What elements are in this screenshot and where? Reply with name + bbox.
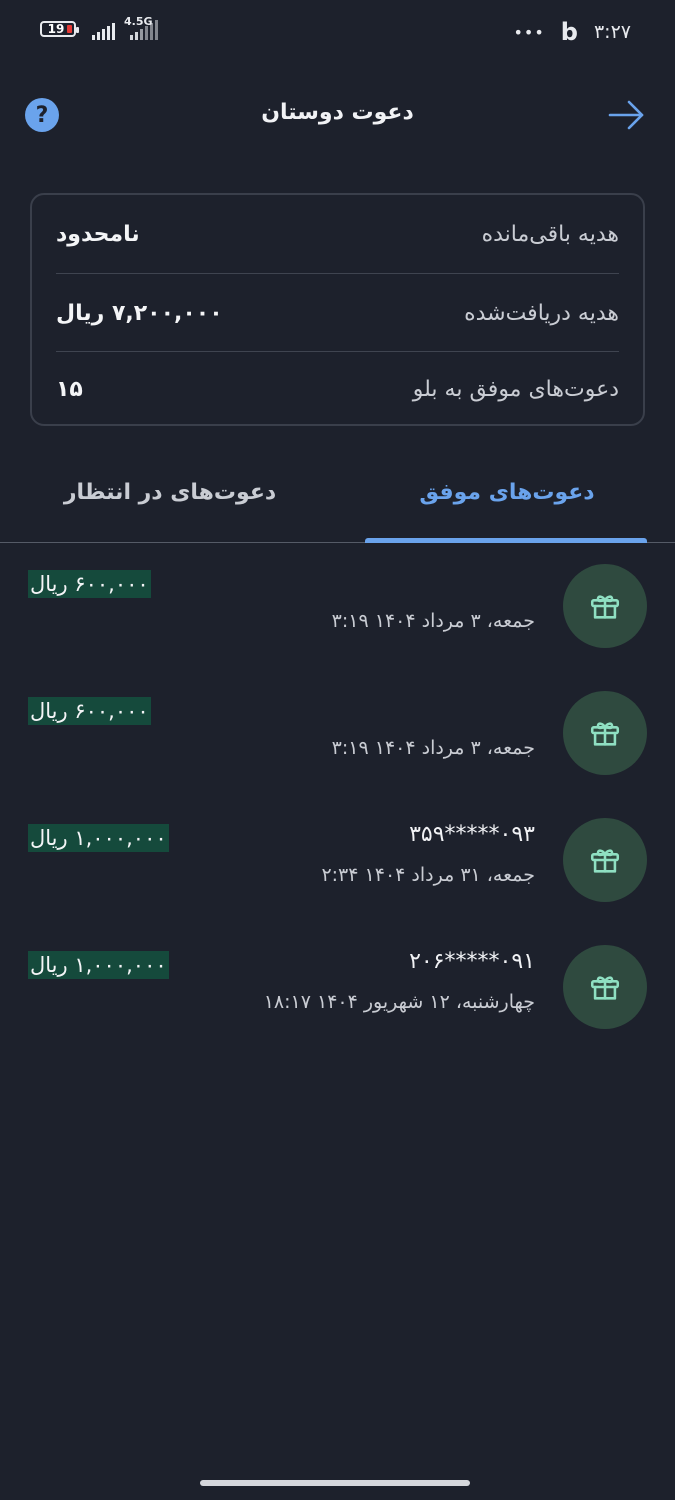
more-dots-icon: ••• <box>513 22 545 42</box>
invite-date: جمعه، ۳ مرداد ۱۴۰۴ ۳:۱۹ <box>331 737 535 759</box>
invite-date: جمعه، ۳ مرداد ۱۴۰۴ ۳:۱۹ <box>331 610 535 632</box>
list-item[interactable]: جمعه، ۳ مرداد ۱۴۰۴ ۳:۱۹ ۶۰۰,۰۰۰ ریال <box>0 560 675 687</box>
gift-icon <box>563 564 647 648</box>
invite-amount: ۶۰۰,۰۰۰ ریال <box>28 697 151 725</box>
clock: ۳:۲۷ <box>593 21 631 43</box>
invite-amount: ۶۰۰,۰۰۰ ریال <box>28 570 151 598</box>
summary-label: دعوت‌های موفق به بلو <box>412 376 619 402</box>
summary-row-remaining: هدیه باقی‌مانده نامحدود <box>56 195 619 273</box>
summary-row-received: هدیه دریافت‌شده ۷,۲۰۰,۰۰۰ ریال <box>56 273 619 352</box>
summary-label: هدیه باقی‌مانده <box>481 221 619 247</box>
page-title: دعوت دوستان <box>261 100 414 125</box>
invite-list: جمعه، ۳ مرداد ۱۴۰۴ ۳:۱۹ ۶۰۰,۰۰۰ ریال جمع… <box>0 560 675 1068</box>
status-bar: 19 4.5G ••• b ۳:۲۷ <box>0 0 675 60</box>
invite-date: جمعه، ۳۱ مرداد ۱۴۰۴ ۲:۳۴ <box>321 864 535 886</box>
invite-amount: ۱,۰۰۰,۰۰۰ ریال <box>28 951 169 979</box>
invite-phone: ۰۹۳*****۳۵۹ <box>409 822 535 847</box>
invite-date: چهارشنبه، ۱۲ شهریور ۱۴۰۴ ۱۸:۱۷ <box>263 991 535 1013</box>
gift-icon <box>563 945 647 1029</box>
list-item[interactable]: ۰۹۳*****۳۵۹ جمعه، ۳۱ مرداد ۱۴۰۴ ۲:۳۴ ۱,۰… <box>0 814 675 941</box>
header: ? دعوت دوستان <box>0 88 675 144</box>
summary-value: ۱۵ <box>56 376 83 402</box>
battery-level: 19 <box>47 22 65 36</box>
summary-row-successful: دعوت‌های موفق به بلو ۱۵ <box>56 351 619 426</box>
battery-icon: 19 <box>40 21 79 37</box>
signal-icon <box>92 20 115 40</box>
tab-pending-invites[interactable]: دعوت‌های در انتظار <box>40 480 300 540</box>
list-item[interactable]: ۰۹۱*****۲۰۶ چهارشنبه، ۱۲ شهریور ۱۴۰۴ ۱۸:… <box>0 941 675 1068</box>
signal-icon-2 <box>130 20 158 40</box>
home-indicator[interactable] <box>200 1480 470 1486</box>
summary-value: ۷,۲۰۰,۰۰۰ ریال <box>56 300 223 326</box>
app-logo: b <box>560 18 578 46</box>
gift-icon <box>563 691 647 775</box>
invite-phone: ۰۹۱*****۲۰۶ <box>409 949 535 974</box>
tab-bar: دعوت‌های موفق دعوت‌های در انتظار <box>0 470 675 543</box>
tab-successful-invites[interactable]: دعوت‌های موفق <box>367 480 647 540</box>
summary-value: نامحدود <box>56 221 140 247</box>
summary-card: هدیه باقی‌مانده نامحدود هدیه دریافت‌شده … <box>30 193 645 426</box>
gift-icon <box>563 818 647 902</box>
active-tab-indicator <box>365 538 647 543</box>
invite-amount: ۱,۰۰۰,۰۰۰ ریال <box>28 824 169 852</box>
arrow-right-icon[interactable] <box>607 98 647 132</box>
list-item[interactable]: جمعه، ۳ مرداد ۱۴۰۴ ۳:۱۹ ۶۰۰,۰۰۰ ریال <box>0 687 675 814</box>
summary-label: هدیه دریافت‌شده <box>464 300 619 326</box>
